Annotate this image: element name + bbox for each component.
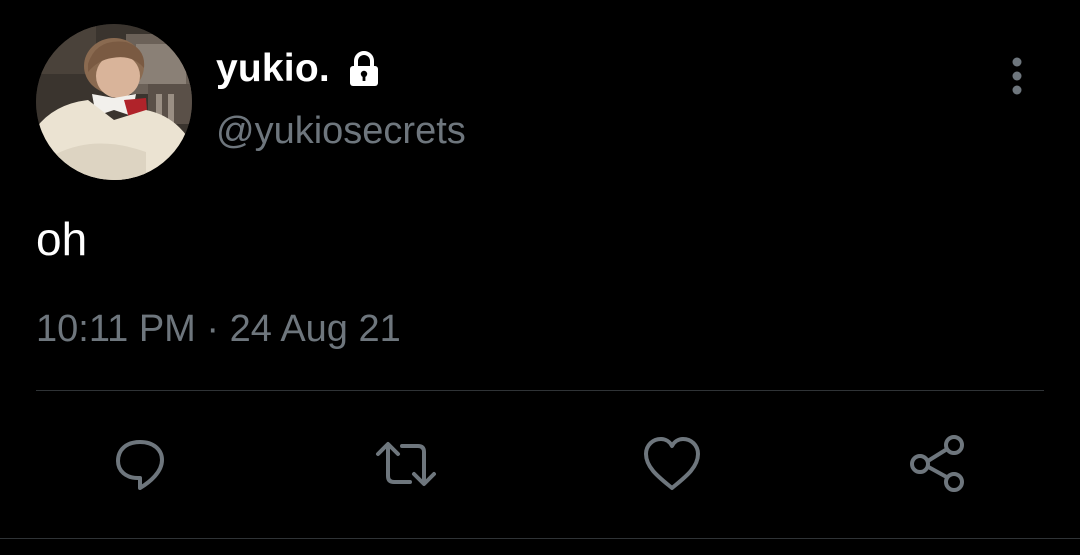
heart-icon (644, 437, 700, 490)
user-handle[interactable]: @yukiosecrets (216, 110, 466, 153)
tweet-detail: yukio. @yukiosecrets oh 10:11 PM · 24 Au… (0, 0, 1080, 555)
share-icon (910, 435, 964, 492)
reply-icon (116, 440, 164, 490)
avatar[interactable] (36, 24, 192, 180)
share-button[interactable] (906, 432, 970, 496)
tweet-text: oh (36, 213, 88, 265)
retweet-icon (376, 442, 436, 486)
bottom-divider (0, 538, 1080, 539)
display-name-row[interactable]: yukio. (216, 44, 384, 94)
more-vertical-icon (1012, 57, 1022, 95)
lock-icon (344, 49, 384, 89)
divider (36, 390, 1044, 391)
reply-button[interactable] (108, 432, 172, 496)
more-options-button[interactable] (1000, 52, 1034, 100)
tweet-timestamp[interactable]: 10:11 PM · 24 Aug 21 (36, 308, 401, 351)
display-name[interactable]: yukio. (216, 47, 330, 91)
like-button[interactable] (640, 432, 704, 496)
retweet-button[interactable] (374, 432, 438, 496)
avatar-photo (36, 24, 192, 180)
